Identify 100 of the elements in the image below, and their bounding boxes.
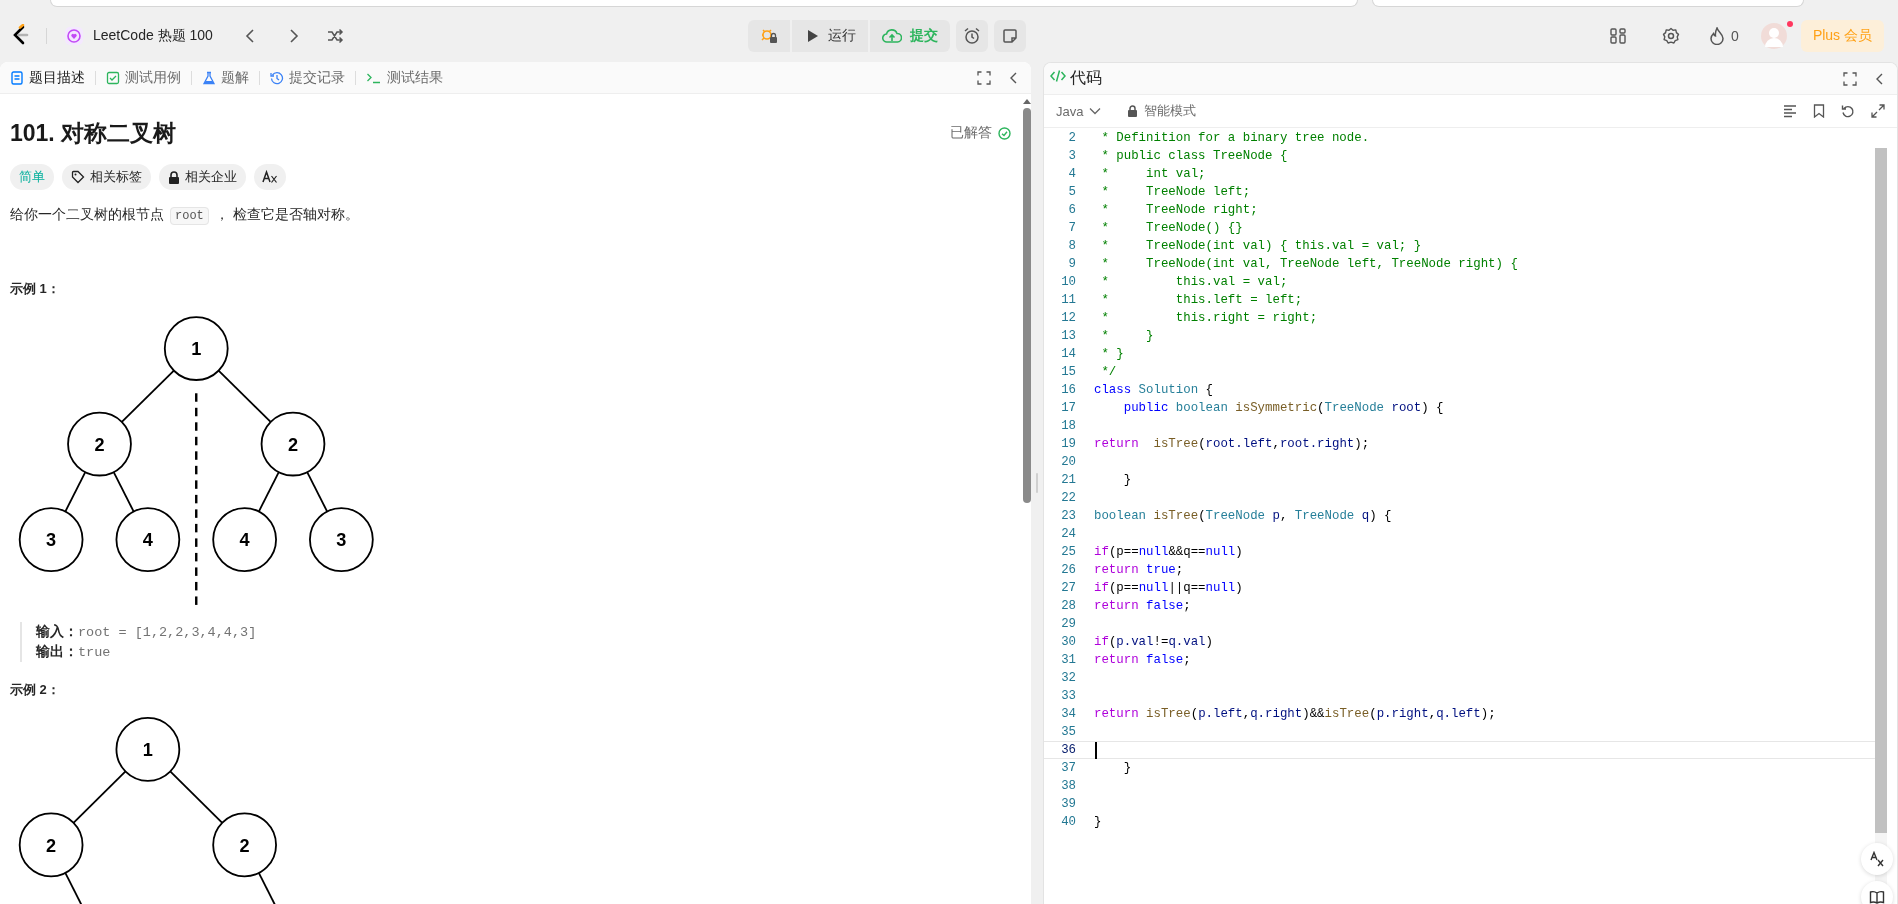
line-number: 18 <box>1060 419 1076 433</box>
flame-icon[interactable] <box>1709 27 1726 45</box>
tree-edge <box>257 471 280 513</box>
line-number: 4 <box>1067 167 1076 181</box>
line-number: 13 <box>1060 329 1076 343</box>
tree-edge <box>72 770 127 824</box>
code-line: * public class TreeNode { <box>1100 149 1288 163</box>
line-number: 34 <box>1060 707 1076 721</box>
line-number: 33 <box>1060 689 1076 703</box>
alarm-clock-icon <box>963 27 981 45</box>
line-number: 32 <box>1060 671 1076 685</box>
line-number: 24 <box>1060 527 1076 541</box>
flask-icon <box>202 70 216 85</box>
bug-lock-icon <box>760 27 778 45</box>
panel-tab[interactable]: 提交记录 <box>266 66 349 89</box>
undo-icon[interactable] <box>1841 104 1855 118</box>
line-number: 10 <box>1060 275 1076 289</box>
line-number: 27 <box>1060 581 1076 595</box>
line-number: 2 <box>1067 131 1076 145</box>
companies-tag-button[interactable]: 相关企业 <box>159 164 246 190</box>
translate-icon <box>262 170 278 184</box>
scrollbar-thumb[interactable] <box>1875 148 1887 833</box>
grid-icon[interactable] <box>1610 28 1627 44</box>
line-number: 40 <box>1060 815 1076 829</box>
example-heading: 示例 2： <box>10 681 61 699</box>
tree-node: 4 <box>115 507 181 572</box>
cloud-upload-icon <box>882 28 902 44</box>
study-plan-title[interactable]: LeetCode 热题 100 <box>93 27 213 45</box>
example-heading: 示例 1： <box>10 280 61 298</box>
code-line: } <box>1094 815 1102 829</box>
line-number: 16 <box>1060 383 1076 397</box>
smart-mode-button[interactable]: 智能模式 <box>1121 101 1203 121</box>
code-line: * TreeNode(int val, TreeNode left, TreeNode right) { <box>1100 257 1518 271</box>
code-line: * TreeNode() {} <box>1100 221 1243 235</box>
line-number: 37 <box>1060 761 1076 775</box>
format-icon[interactable] <box>1783 104 1797 118</box>
translate-button[interactable] <box>1861 843 1893 875</box>
code-line: class Solution { <box>1094 383 1213 397</box>
line-number: 8 <box>1067 239 1076 253</box>
code-line: * TreeNode(int val) { this.val = val; } <box>1100 239 1422 253</box>
tree-node: 2 <box>260 411 326 477</box>
code-line: return isTree(root.left,root.right); <box>1094 437 1370 451</box>
panel-tab[interactable]: 题目描述 <box>6 66 89 89</box>
resize-handle[interactable] <box>1036 473 1038 493</box>
tree-edge <box>112 471 135 513</box>
book-icon <box>1869 890 1885 904</box>
line-number: 23 <box>1060 509 1076 523</box>
code-line: } <box>1122 761 1132 775</box>
line-number: 19 <box>1060 437 1076 451</box>
scroll-up-icon[interactable] <box>1022 98 1031 104</box>
panel-tab[interactable]: 测试用例 <box>102 66 185 89</box>
run-button[interactable]: 运行 <box>792 20 868 52</box>
text-cursor <box>1095 741 1097 759</box>
alarm-clock-button[interactable] <box>956 20 988 52</box>
settings-icon[interactable] <box>1662 27 1681 45</box>
problem-description: 给你一个二叉树的根节点 root ， 检查它是否轴对称。 <box>10 205 360 227</box>
code-line: return true; <box>1094 563 1184 577</box>
line-number: 39 <box>1060 797 1076 811</box>
code-line: * TreeNode right; <box>1100 203 1258 217</box>
language-dropdown[interactable]: Java <box>1050 102 1108 120</box>
line-number: 5 <box>1067 185 1076 199</box>
solved-status: 已解答 <box>950 124 992 142</box>
code-line: public boolean isSymmetric(TreeNode root) { <box>1122 401 1444 415</box>
fullscreen-icon[interactable] <box>1843 71 1857 86</box>
code-line: } <box>1122 473 1132 487</box>
checkbox-icon <box>106 70 120 85</box>
translate-button[interactable] <box>254 164 286 190</box>
code-line: * } <box>1100 329 1154 343</box>
tree-node: 2 <box>67 411 132 477</box>
tree-node: 4 <box>212 507 277 572</box>
fullscreen-icon[interactable] <box>977 70 991 85</box>
tree-edge <box>306 471 329 513</box>
panel-tab[interactable]: 测试结果 <box>362 66 447 89</box>
difficulty-tag: 简单 <box>10 164 54 190</box>
lock-icon <box>1127 105 1139 117</box>
code-line: if(p.val!=q.val) <box>1094 635 1213 649</box>
tree-edge <box>217 369 272 423</box>
code-line: * int val; <box>1100 167 1206 181</box>
tree-node: 1 <box>163 316 229 381</box>
lock-icon <box>168 170 180 184</box>
scrollbar-thumb[interactable] <box>1022 108 1031 503</box>
code-panel-title: 代码 <box>1070 69 1103 86</box>
line-number: 26 <box>1060 563 1076 577</box>
bookmark-icon[interactable] <box>1813 104 1825 118</box>
check-circle-icon <box>998 126 1011 140</box>
line-number: 22 <box>1060 491 1076 505</box>
line-number: 12 <box>1060 311 1076 325</box>
note-button[interactable] <box>994 20 1026 52</box>
shuffle-icon[interactable] <box>325 27 344 45</box>
tree-edge <box>120 369 175 423</box>
line-number: 14 <box>1060 347 1076 361</box>
line-number: 6 <box>1067 203 1076 217</box>
topics-tag-button[interactable]: 相关标签 <box>62 164 151 190</box>
tree-node: 2 <box>212 812 277 878</box>
debug-button[interactable] <box>748 20 790 52</box>
code-icon <box>1050 69 1066 83</box>
book-button[interactable] <box>1861 881 1893 904</box>
panel-tab[interactable]: 题解 <box>198 66 253 89</box>
line-number: 29 <box>1060 617 1076 631</box>
expand-icon[interactable] <box>1871 104 1885 118</box>
